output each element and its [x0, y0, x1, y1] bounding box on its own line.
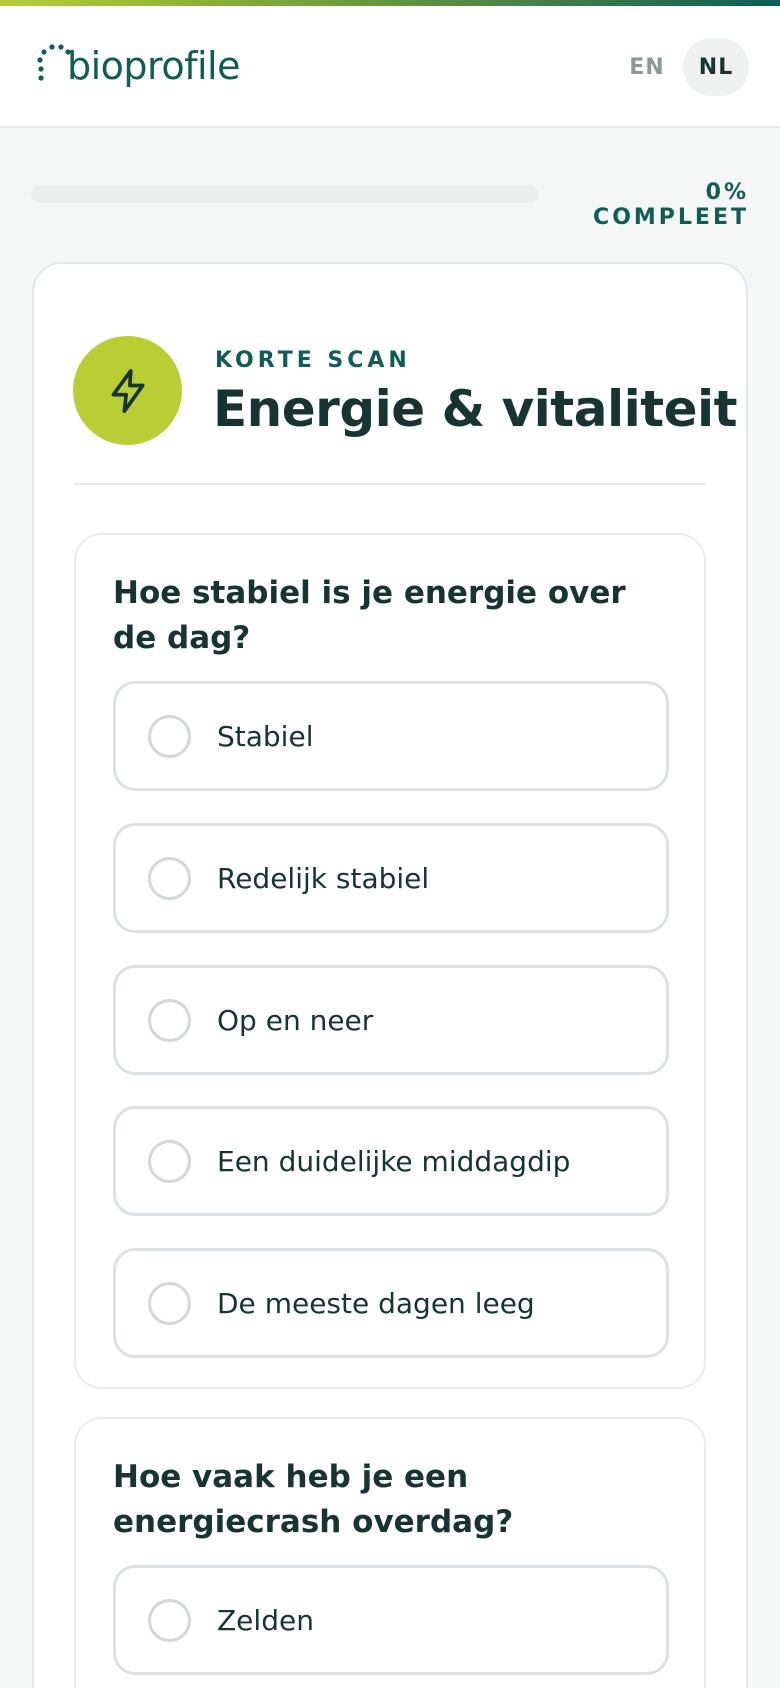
section-kicker: KORTE SCAN	[215, 348, 411, 373]
progress-bar	[31, 185, 538, 203]
lightning-bolt-icon	[111, 368, 144, 413]
answer-option-meeste-dagen-leeg[interactable]: De meeste dagen leeg	[113, 1248, 669, 1358]
answer-option-label: Op en neer	[217, 1003, 374, 1037]
logo-text: bioprofile	[67, 44, 240, 88]
answer-option-label: Stabiel	[217, 719, 314, 753]
answer-option-stabiel[interactable]: Stabiel	[113, 681, 669, 791]
question-text: Hoe stabiel is je energie over de dag?	[113, 575, 626, 656]
section-divider	[74, 483, 706, 485]
answer-option-label: Een duidelijke middagdip	[217, 1144, 571, 1178]
progress-label: 0% COMPLEET	[593, 180, 749, 230]
answer-option-zelden[interactable]: Zelden	[113, 1565, 669, 1675]
radio-icon[interactable]	[148, 856, 191, 900]
answer-option-label: Zelden	[217, 1603, 314, 1637]
language-en-button[interactable]: EN	[618, 38, 676, 96]
answer-option-redelijk-stabiel[interactable]: Redelijk stabiel	[113, 823, 669, 933]
section-icon-badge	[73, 336, 182, 445]
question-text: Hoe vaak heb je een energiecrash overdag…	[113, 1459, 514, 1540]
bioprofile-logo[interactable]: bioprofile	[31, 36, 240, 96]
answer-option-label: De meeste dagen leeg	[217, 1286, 535, 1320]
radio-icon[interactable]	[148, 714, 191, 758]
answer-option-op-en-neer[interactable]: Op en neer	[113, 965, 669, 1075]
language-nl-button[interactable]: NL	[683, 38, 749, 96]
radio-icon[interactable]	[148, 1139, 191, 1183]
question-card-1: Hoe stabiel is je energie over de dag? S…	[74, 533, 706, 1389]
answer-option-label: Redelijk stabiel	[217, 861, 430, 895]
radio-icon[interactable]	[148, 1598, 191, 1642]
radio-icon[interactable]	[148, 998, 191, 1042]
radio-icon[interactable]	[148, 1281, 191, 1325]
question-card-2: Hoe vaak heb je een energiecrash overdag…	[74, 1417, 706, 1688]
answer-option-middagdip[interactable]: Een duidelijke middagdip	[113, 1106, 669, 1216]
section-title: Energie & vitaliteit	[213, 380, 738, 438]
app-header: bioprofile EN NL	[0, 6, 780, 128]
